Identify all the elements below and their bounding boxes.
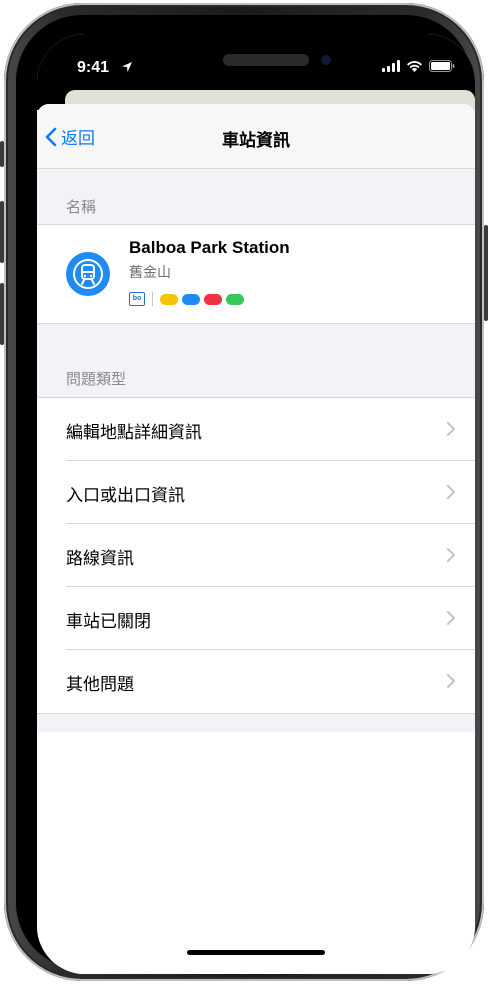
power-button [484, 225, 488, 321]
issue-row-other[interactable]: 其他問題 [37, 650, 475, 713]
location-arrow-icon [122, 62, 132, 72]
station-icon [66, 252, 110, 296]
section-header-issue-type: 問題類型 [66, 370, 127, 388]
bezel: 9:41 返回 車站資訊 名稱 Balboa Park Station 舊金山 … [16, 15, 475, 974]
screen: 9:41 返回 車站資訊 名稱 Balboa Park Station 舊金山 … [37, 34, 475, 974]
front-camera [321, 55, 331, 65]
navigation-bar: 返回 車站資訊 [37, 104, 475, 169]
status-bar: 9:41 [37, 34, 475, 90]
chevron-right-icon [447, 611, 455, 625]
list-item-label: 其他問題 [66, 675, 134, 695]
train-icon [73, 259, 103, 289]
station-info-sheet: 返回 車站資訊 名稱 Balboa Park Station 舊金山 bo 問題… [37, 104, 475, 974]
line-pill-yellow [160, 293, 178, 305]
chevron-right-icon [447, 422, 455, 436]
chevron-right-icon [447, 485, 455, 499]
list-item-label: 路線資訊 [66, 549, 134, 569]
line-pill-red [204, 293, 222, 305]
chevron-right-icon [447, 548, 455, 562]
status-icons [382, 60, 455, 72]
station-city: 舊金山 [129, 265, 171, 281]
status-time: 9:41 [77, 59, 110, 76]
issue-row-edit-place-details[interactable]: 編輯地點詳細資訊 [37, 398, 475, 461]
station-name: Balboa Park Station [129, 238, 290, 257]
page-title: 車站資訊 [222, 131, 290, 151]
battery-icon [429, 60, 455, 72]
operator-logo-icon: bo [129, 292, 145, 306]
station-card: Balboa Park Station 舊金山 bo [37, 224, 475, 324]
action-button [0, 141, 4, 167]
home-indicator[interactable] [187, 950, 325, 955]
line-pill-green [226, 293, 244, 305]
empty-content-area [37, 732, 475, 974]
issue-row-station-closed[interactable]: 車站已關閉 [37, 587, 475, 650]
speaker-grille [223, 54, 309, 66]
list-item-label: 車站已關閉 [66, 612, 151, 632]
chevron-right-icon [447, 674, 455, 688]
cellular-signal-icon [382, 60, 400, 72]
issue-row-entrance-exit[interactable]: 入口或出口資訊 [37, 461, 475, 524]
issue-row-route-info[interactable]: 路線資訊 [37, 524, 475, 587]
phone-frame: 9:41 返回 車站資訊 名稱 Balboa Park Station 舊金山 … [0, 3, 488, 981]
issue-type-list: 編輯地點詳細資訊 入口或出口資訊 路線資訊 車站已關閉 其他問題 [37, 397, 475, 714]
station-badges: bo [129, 292, 244, 306]
list-item-label: 入口或出口資訊 [66, 486, 185, 506]
volume-down-button [0, 283, 4, 345]
badge-divider [152, 292, 153, 306]
volume-up-button [0, 201, 4, 263]
wifi-icon [407, 61, 422, 72]
line-pill-blue [182, 293, 200, 305]
list-item-label: 編輯地點詳細資訊 [66, 423, 202, 443]
section-header-name: 名稱 [66, 198, 97, 216]
